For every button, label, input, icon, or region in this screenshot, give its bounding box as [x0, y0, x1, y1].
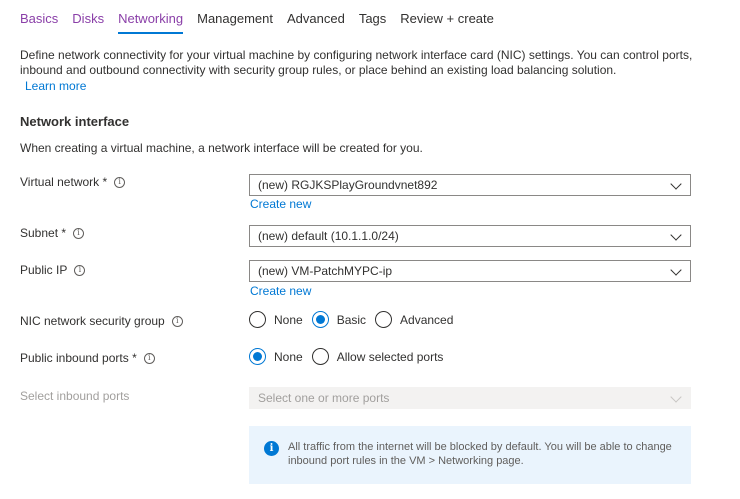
intro-text: Define network connectivity for your vir…: [20, 48, 693, 77]
select-inbound-ports-label: Select inbound ports: [20, 389, 129, 403]
public-inbound-ports-label-text: Public inbound ports *: [20, 351, 137, 365]
tab-review-create[interactable]: Review + create: [400, 0, 494, 38]
nic-nsg-label-text: NIC network security group: [20, 314, 165, 328]
subnet-label: Subnet * i: [20, 226, 85, 240]
radio-circle[interactable]: [375, 311, 393, 328]
public-ip-select[interactable]: (new) VM-PatchMYPC-ip: [249, 260, 691, 282]
virtual-network-label: Virtual network * i: [20, 175, 126, 189]
chevron-down-icon: [670, 391, 682, 403]
radio-label: None: [274, 349, 303, 364]
section-description: When creating a virtual machine, a netwo…: [20, 141, 423, 155]
public-inbound-ports-label: Public inbound ports * i: [20, 351, 155, 365]
chevron-down-icon: [670, 178, 682, 190]
info-icon[interactable]: i: [74, 264, 86, 276]
info-message-text: All traffic from the internet will be bl…: [288, 441, 672, 467]
tab-disks[interactable]: Disks: [72, 0, 104, 38]
info-icon: i: [264, 441, 279, 456]
info-icon[interactable]: i: [171, 315, 183, 327]
section-title-network-interface: Network interface: [20, 114, 130, 129]
tab-networking-label: Networking: [118, 11, 184, 26]
public-ip-label: Public IP i: [20, 263, 86, 277]
public-ip-value: (new) VM-PatchMYPC-ip: [258, 264, 393, 278]
chevron-down-icon: [670, 229, 682, 241]
chevron-down-icon: [670, 264, 682, 276]
subnet-select[interactable]: (new) default (10.1.1.0/24): [249, 225, 691, 247]
virtual-network-value: (new) RGJKSPlayGroundvnet892: [258, 178, 438, 192]
radio-circle-selected[interactable]: [311, 311, 329, 328]
radio-label: Basic: [336, 312, 367, 327]
public-ip-create-new-link[interactable]: Create new: [250, 284, 311, 298]
inbound-option-allow-selected[interactable]: Allow selected ports: [311, 348, 444, 365]
nic-nsg-label: NIC network security group i: [20, 314, 183, 328]
nic-nsg-radio-group: None Basic Advanced: [249, 311, 462, 328]
radio-circle[interactable]: [311, 348, 329, 365]
inbound-option-none[interactable]: None: [249, 348, 303, 365]
info-message-box: i All traffic from the internet will be …: [249, 426, 691, 484]
radio-label: None: [274, 312, 303, 327]
virtual-network-label-text: Virtual network *: [20, 175, 108, 189]
public-ip-label-text: Public IP: [20, 263, 68, 277]
tab-tags[interactable]: Tags: [359, 0, 386, 38]
wizard-tabs: Basics Disks Networking Management Advan…: [20, 0, 508, 38]
radio-circle-selected[interactable]: [249, 348, 266, 365]
tab-networking[interactable]: Networking: [118, 0, 184, 38]
radio-label: Allow selected ports: [336, 349, 444, 364]
nic-nsg-option-basic[interactable]: Basic: [311, 311, 367, 328]
tab-basics[interactable]: Basics: [20, 0, 58, 38]
info-icon[interactable]: i: [143, 352, 155, 364]
select-inbound-ports-placeholder: Select one or more ports: [258, 391, 390, 405]
tab-advanced[interactable]: Advanced: [287, 0, 345, 38]
virtual-network-select[interactable]: (new) RGJKSPlayGroundvnet892: [249, 174, 691, 196]
subnet-label-text: Subnet *: [20, 226, 67, 240]
radio-circle[interactable]: [249, 311, 266, 328]
virtual-network-create-new-link[interactable]: Create new: [250, 197, 311, 211]
info-icon[interactable]: i: [73, 227, 85, 239]
tab-management[interactable]: Management: [197, 0, 273, 38]
learn-more-link[interactable]: Learn more: [25, 79, 86, 93]
nic-nsg-option-none[interactable]: None: [249, 311, 303, 328]
radio-label: Advanced: [400, 312, 454, 327]
info-icon[interactable]: i: [114, 176, 126, 188]
select-inbound-ports-label-text: Select inbound ports: [20, 389, 130, 403]
nic-nsg-option-advanced[interactable]: Advanced: [375, 311, 453, 328]
select-inbound-ports-select: Select one or more ports: [249, 387, 691, 409]
public-inbound-ports-radio-group: None Allow selected ports: [249, 348, 452, 365]
subnet-value: (new) default (10.1.1.0/24): [258, 229, 399, 243]
